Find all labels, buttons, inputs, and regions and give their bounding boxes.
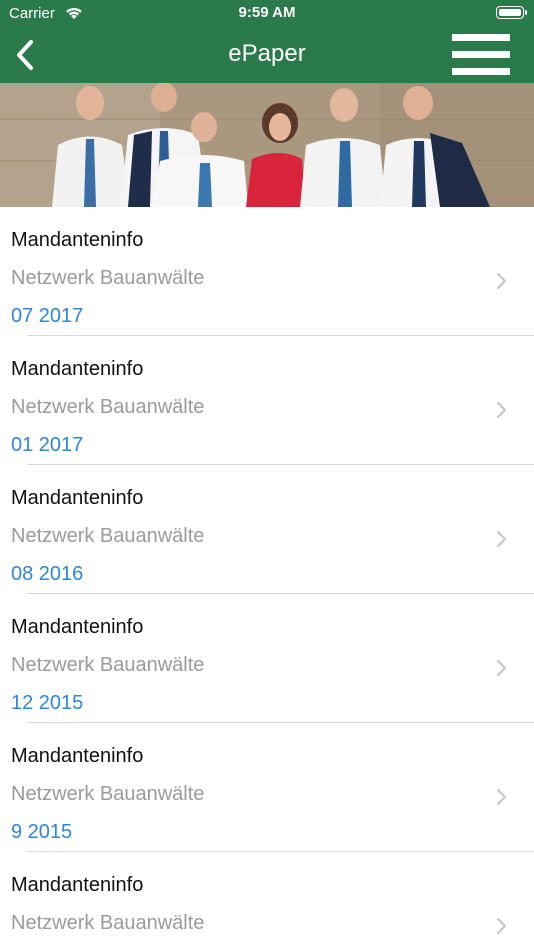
list-item[interactable]: Mandanteninfo Netzwerk Bauanwälte 08 201… bbox=[0, 465, 534, 594]
item-date: 08 2016 bbox=[11, 563, 84, 585]
status-time: 9:59 AM bbox=[238, 4, 296, 21]
item-title: Mandanteninfo bbox=[11, 874, 144, 896]
list-item[interactable]: Mandanteninfo Netzwerk Bauanwälte 07 201… bbox=[0, 207, 534, 336]
item-title: Mandanteninfo bbox=[11, 487, 144, 509]
chevron-right-icon bbox=[497, 273, 506, 289]
team-photo-image bbox=[0, 83, 534, 207]
item-title: Mandanteninfo bbox=[11, 745, 144, 767]
item-subtitle: Netzwerk Bauanwälte bbox=[11, 654, 205, 676]
header: Carrier 9:59 AM ePaper bbox=[0, 0, 534, 83]
epaper-list: Mandanteninfo Netzwerk Bauanwälte 07 201… bbox=[0, 207, 534, 950]
battery-icon bbox=[496, 6, 527, 19]
list-item[interactable]: Mandanteninfo Netzwerk Bauanwälte 12 201… bbox=[0, 594, 534, 723]
item-title: Mandanteninfo bbox=[11, 358, 144, 380]
item-title: Mandanteninfo bbox=[11, 616, 144, 638]
chevron-right-icon bbox=[497, 402, 506, 418]
list-item[interactable]: Mandanteninfo Netzwerk Bauanwälte 9 2015 bbox=[0, 723, 534, 852]
item-subtitle: Netzwerk Bauanwälte bbox=[11, 396, 205, 418]
team-photo-banner bbox=[0, 83, 534, 207]
chevron-right-icon bbox=[497, 918, 506, 934]
hamburger-menu-icon[interactable] bbox=[452, 34, 510, 76]
item-date: 07 2017 bbox=[11, 305, 84, 327]
chevron-right-icon bbox=[497, 789, 506, 805]
item-subtitle: Netzwerk Bauanwälte bbox=[11, 267, 205, 289]
item-date: 01 2017 bbox=[11, 434, 84, 456]
status-bar: Carrier 9:59 AM bbox=[0, 0, 534, 28]
item-subtitle: Netzwerk Bauanwälte bbox=[11, 525, 205, 547]
item-title: Mandanteninfo bbox=[11, 229, 144, 251]
navigation-bar: ePaper bbox=[0, 28, 534, 83]
item-date: 12 2015 bbox=[11, 692, 84, 714]
app-screen: Carrier 9:59 AM ePaper Mandanteninfo Net… bbox=[0, 0, 534, 950]
chevron-right-icon bbox=[497, 660, 506, 676]
chevron-right-icon bbox=[497, 531, 506, 547]
list-item[interactable]: Mandanteninfo Netzwerk Bauanwälte 01 201… bbox=[0, 336, 534, 465]
list-item[interactable]: Mandanteninfo Netzwerk Bauanwälte bbox=[0, 852, 534, 950]
item-subtitle: Netzwerk Bauanwälte bbox=[11, 912, 205, 934]
item-date: 9 2015 bbox=[11, 821, 73, 843]
item-subtitle: Netzwerk Bauanwälte bbox=[11, 783, 205, 805]
